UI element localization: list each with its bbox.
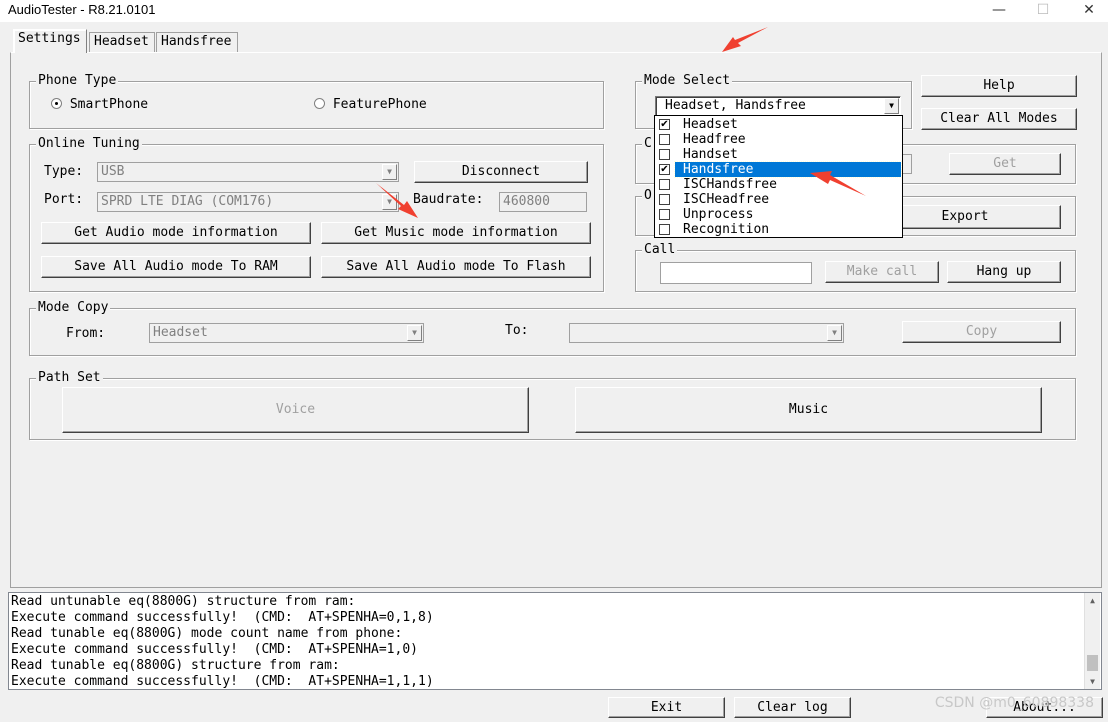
arrow-icon: [810, 171, 866, 196]
arrow-icon: [376, 183, 418, 218]
annotation-arrows: [376, 27, 866, 218]
arrow-icon: [722, 27, 768, 52]
